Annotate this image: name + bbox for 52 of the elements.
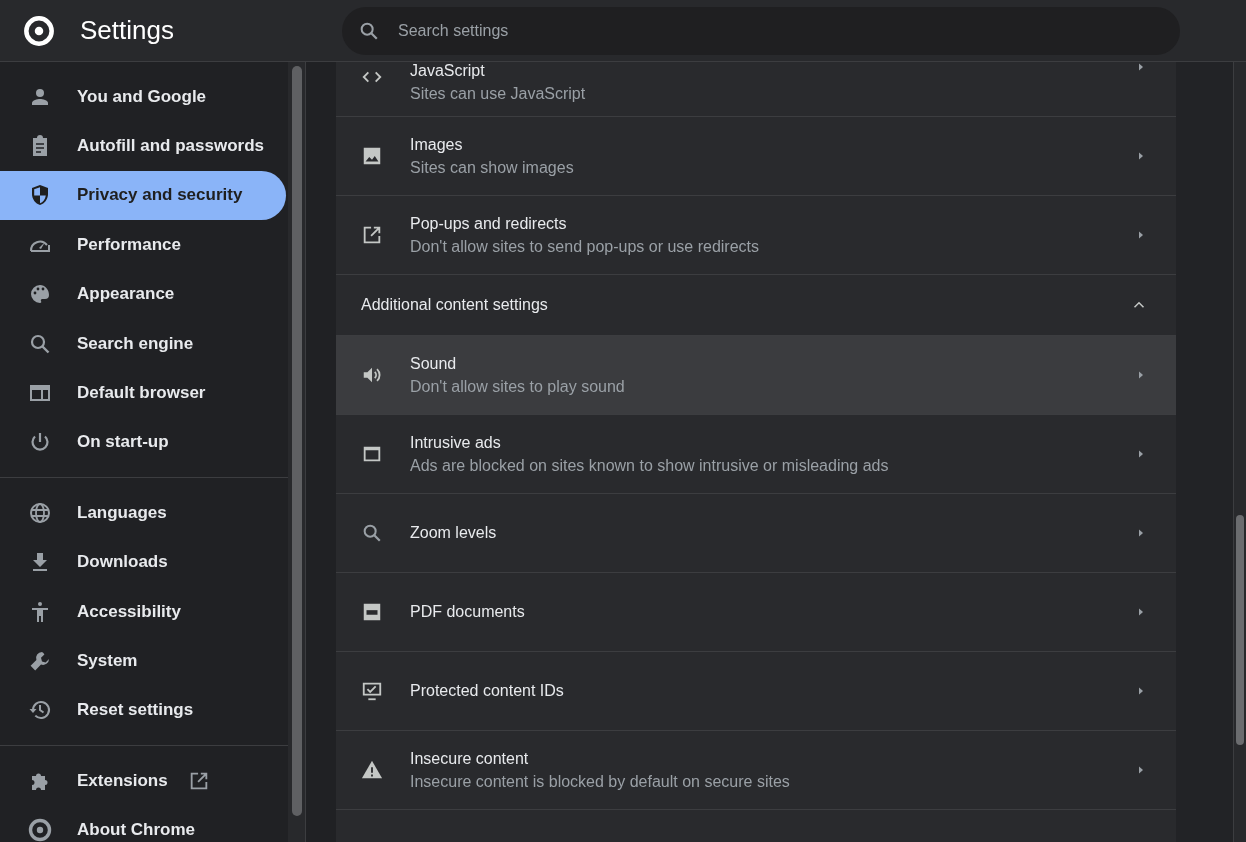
- sidebar-item[interactable]: Extensions: [0, 756, 286, 806]
- sidebar-item[interactable]: System: [0, 636, 286, 686]
- sidebar-item[interactable]: About Chrome: [0, 805, 286, 842]
- logo-icon: [28, 818, 52, 842]
- setting-title: PDF documents: [410, 603, 526, 621]
- setting-title: Zoom levels: [410, 524, 498, 542]
- sidebar-item[interactable]: Privacy and security: [0, 170, 286, 221]
- search-icon: [361, 522, 383, 544]
- wrench-icon: [28, 649, 52, 673]
- logo-icon: [23, 14, 55, 47]
- page-title: Settings: [80, 15, 174, 46]
- settings-row[interactable]: JavaScript Sites can use JavaScript: [336, 62, 1176, 117]
- settings-row[interactable]: Pop-ups and redirects Don't allow sites to send pop-ups or use redirects: [336, 196, 1176, 275]
- setting-description: Ads are blocked on sites known to show intrusive or misleading ads: [410, 456, 890, 475]
- setting-description: Insecure content is blocked by default on secure sites: [410, 772, 791, 791]
- settings-row[interactable]: Protected content IDs: [336, 652, 1176, 731]
- sidebar-item[interactable]: You and Google: [0, 72, 286, 122]
- setting-description: Sites can use JavaScript: [410, 85, 587, 103]
- globe-icon: [28, 500, 52, 525]
- sidebar-item[interactable]: Languages: [0, 488, 286, 538]
- scrollbar[interactable]: [1233, 62, 1246, 842]
- setting-title: Protected content IDs: [410, 682, 565, 700]
- settings-row[interactable]: Insecure content Insecure content is blocked by default on secure sites: [336, 731, 1176, 810]
- setting-title: Intrusive ads: [410, 433, 502, 452]
- warning-icon: [361, 759, 383, 781]
- sidebar-item[interactable]: Downloads: [0, 537, 286, 587]
- setting-title: Images: [410, 135, 464, 154]
- sidebar-item[interactable]: Reset settings: [0, 685, 286, 736]
- setting-description: Don't allow sites to play sound: [410, 377, 626, 396]
- image-icon: [361, 145, 383, 167]
- sidebar-item[interactable]: Default browser: [0, 368, 286, 418]
- settings-row[interactable]: Sound Don't allow sites to play sound: [336, 336, 1176, 415]
- settings-row[interactable]: Images Sites can show images: [336, 117, 1176, 196]
- setting-title: JavaScript: [410, 62, 486, 80]
- setting-title: Pop-ups and redirects: [410, 214, 568, 233]
- sidebar-item[interactable]: Autofill and passwords: [0, 121, 286, 171]
- settings-row[interactable]: Zoom levels: [336, 494, 1176, 573]
- setting-description: Don't allow sites to send pop-ups or use redirects: [410, 237, 760, 256]
- external-link-icon: [361, 224, 383, 246]
- setting-title: Sound: [410, 354, 458, 373]
- scrollbar[interactable]: [288, 62, 306, 842]
- search-field[interactable]: Search settings: [342, 6, 1180, 55]
- sidebar-item[interactable]: Appearance: [0, 269, 286, 319]
- sidebar-item[interactable]: On start-up: [0, 417, 286, 468]
- settings-row[interactable]: Intrusive ads Ads are blocked on sites known to show intrusive or misleading ads: [336, 415, 1176, 494]
- sidebar-item[interactable]: Search engine: [0, 318, 286, 369]
- setting-title: Insecure content: [410, 749, 530, 768]
- sidebar-item[interactable]: Performance: [0, 220, 286, 270]
- setting-description: Sites can show images: [410, 158, 575, 177]
- sidebar-item[interactable]: Accessibility: [0, 586, 286, 637]
- settings-row[interactable]: PDF documents: [336, 573, 1176, 652]
- monitor-check-icon: [361, 680, 383, 702]
